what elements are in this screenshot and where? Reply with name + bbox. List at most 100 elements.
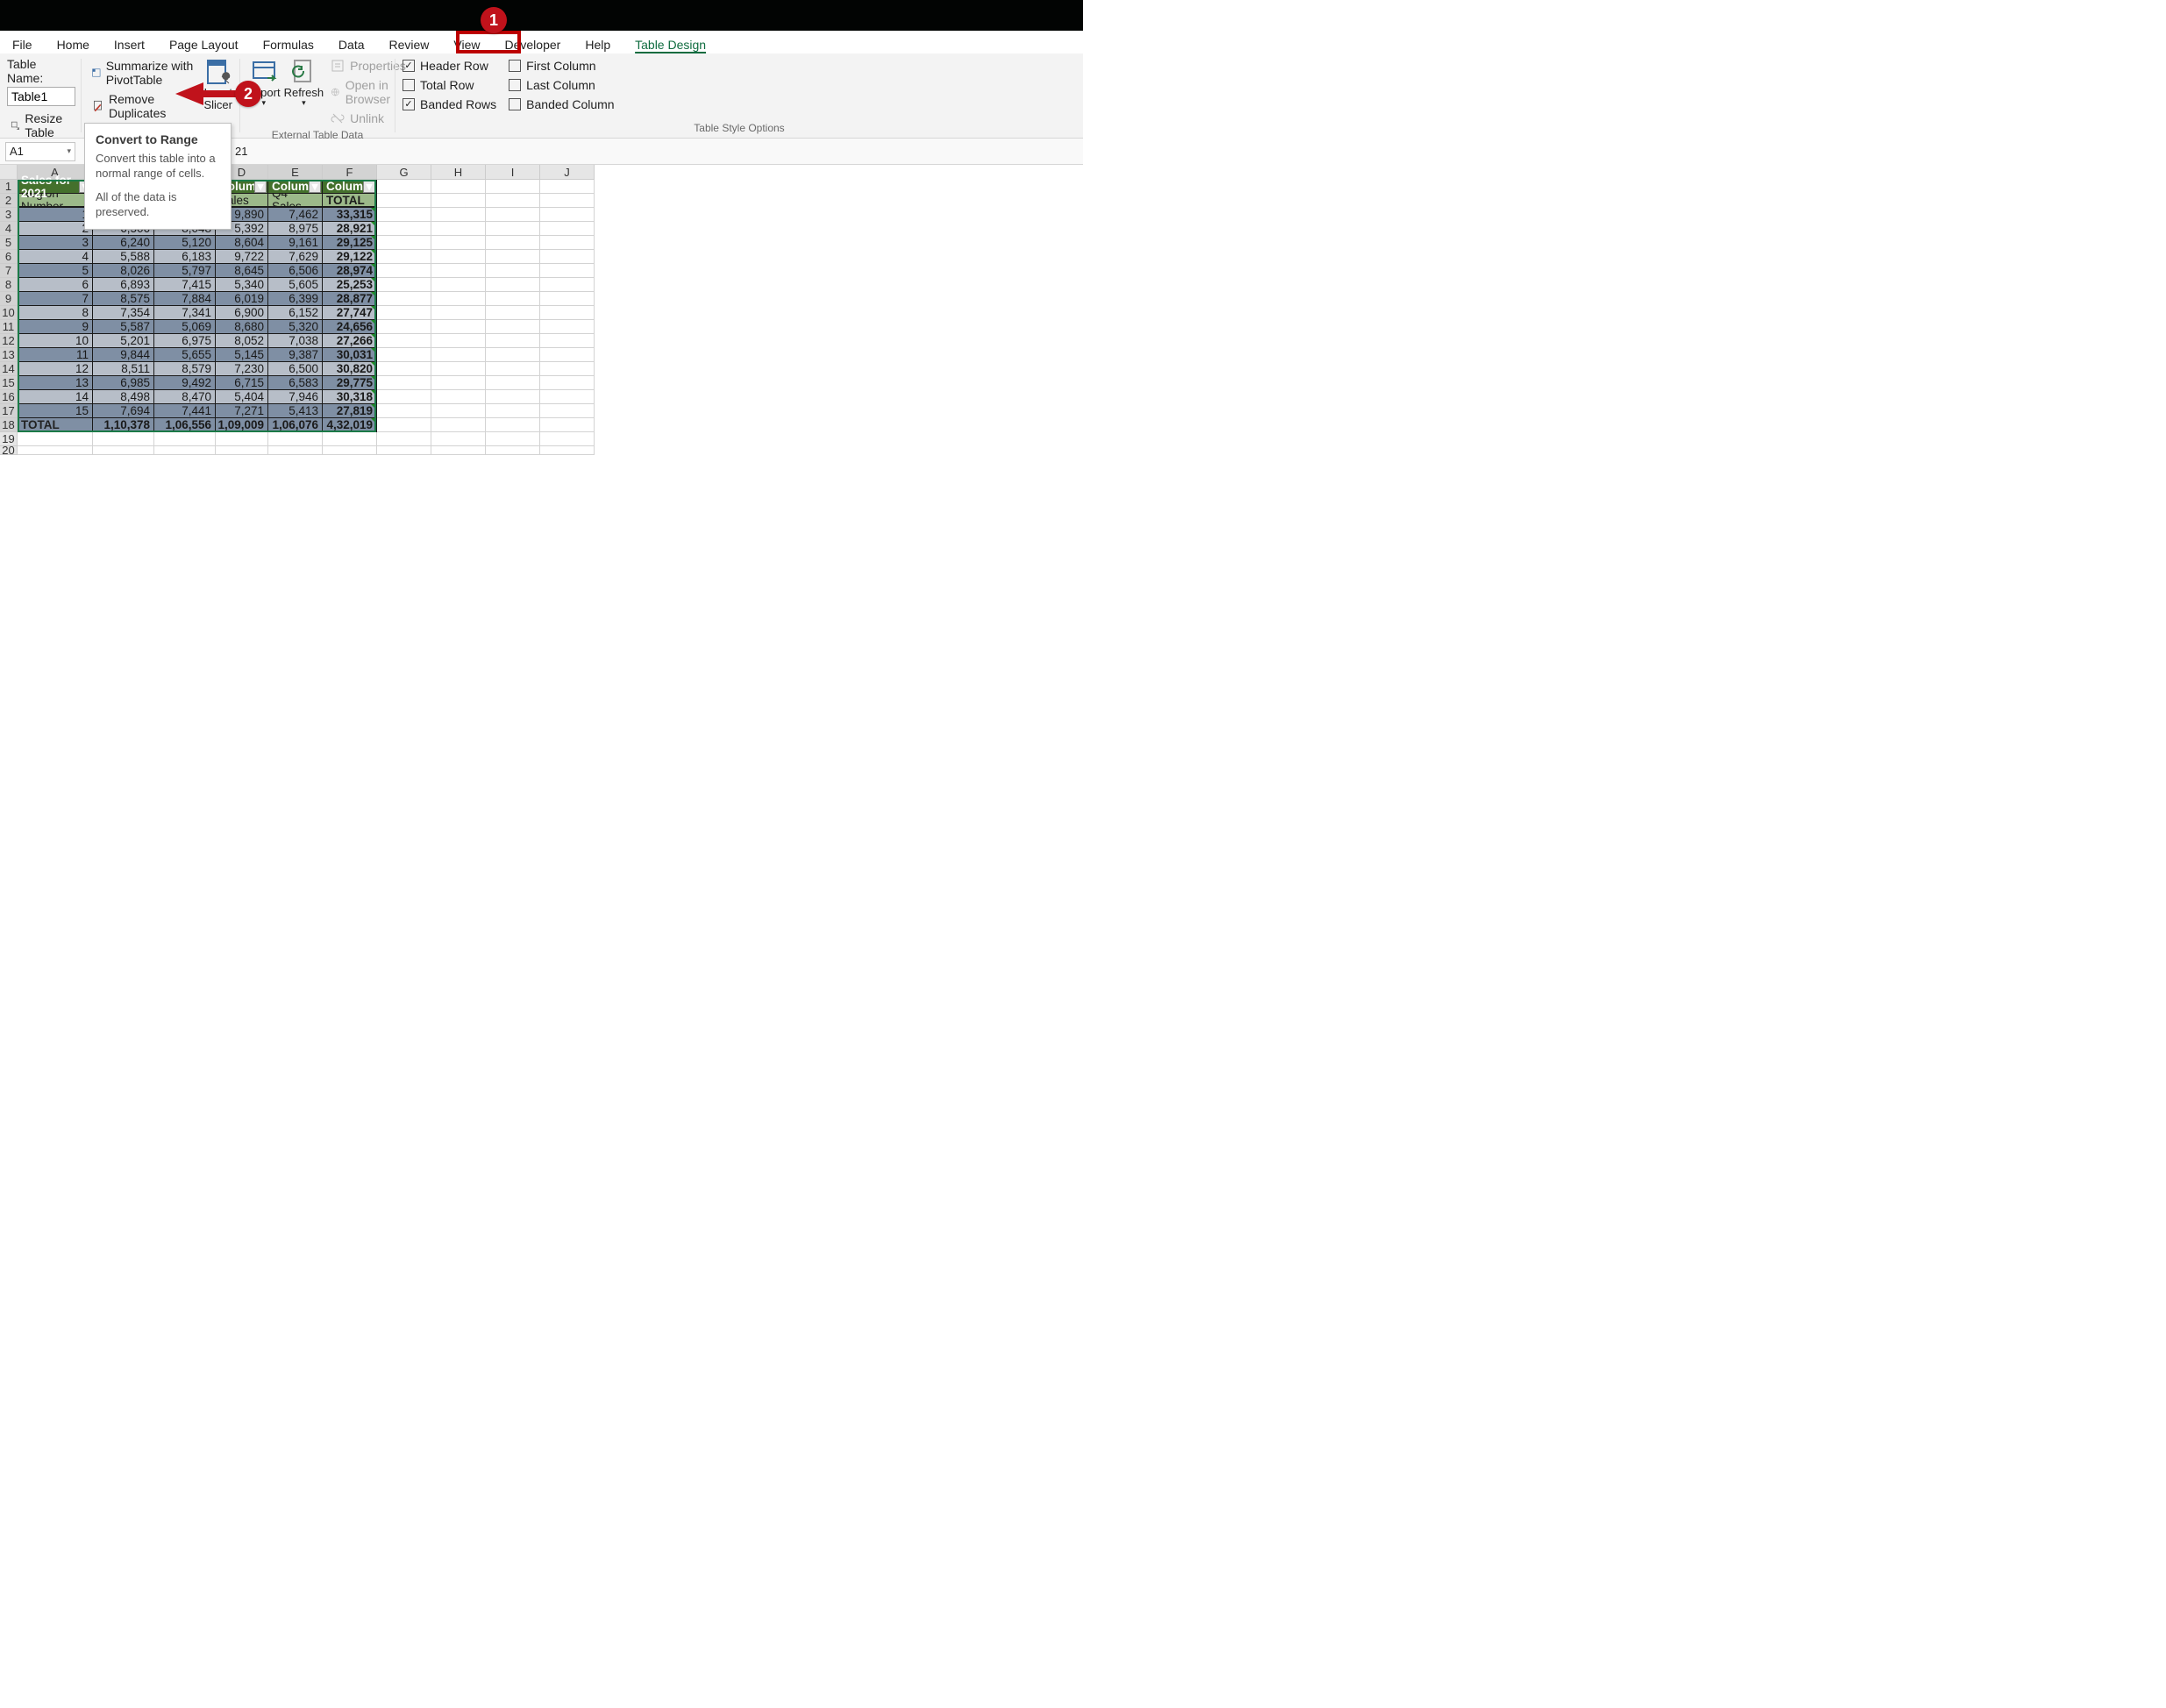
row-header-4[interactable]: 4 xyxy=(0,222,18,236)
cell-E17[interactable]: 5,413 xyxy=(268,404,323,418)
col-header-E[interactable]: E xyxy=(268,165,323,180)
row-header-7[interactable]: 7 xyxy=(0,264,18,278)
cell-A6[interactable]: 4 xyxy=(18,250,93,264)
cell-A1[interactable]: Sales for 2021▾ xyxy=(18,180,93,194)
cell-C13[interactable]: 5,655 xyxy=(154,348,216,362)
cell-C9[interactable]: 7,884 xyxy=(154,292,216,306)
filter-dropdown-icon[interactable]: ▾ xyxy=(254,181,267,193)
row-header-12[interactable]: 12 xyxy=(0,334,18,348)
cell-F13[interactable]: 30,031 xyxy=(323,348,377,362)
cell-D15[interactable]: 6,715 xyxy=(216,376,268,390)
tab-insert[interactable]: Insert xyxy=(102,36,157,53)
cell-E13[interactable]: 9,387 xyxy=(268,348,323,362)
cell-B12[interactable]: 5,201 xyxy=(93,334,154,348)
cell-F18[interactable]: 4,32,019 xyxy=(323,418,377,432)
cell-B18[interactable]: 1,10,378 xyxy=(93,418,154,432)
cell-E9[interactable]: 6,399 xyxy=(268,292,323,306)
cell-F12[interactable]: 27,266 xyxy=(323,334,377,348)
cell-D18[interactable]: 1,09,009 xyxy=(216,418,268,432)
cell-D12[interactable]: 8,052 xyxy=(216,334,268,348)
tab-formulas[interactable]: Formulas xyxy=(251,36,326,53)
cell-E2[interactable]: Q4 Sales xyxy=(268,194,323,208)
cell-F6[interactable]: 29,122 xyxy=(323,250,377,264)
cell-E3[interactable]: 7,462 xyxy=(268,208,323,222)
cell-F9[interactable]: 28,877 xyxy=(323,292,377,306)
cell-F10[interactable]: 27,747 xyxy=(323,306,377,320)
cell-F5[interactable]: 29,125 xyxy=(323,236,377,250)
cell-E1[interactable]: Column▾ xyxy=(268,180,323,194)
cell-D14[interactable]: 7,230 xyxy=(216,362,268,376)
cell-E7[interactable]: 6,506 xyxy=(268,264,323,278)
row-header-10[interactable]: 10 xyxy=(0,306,18,320)
cell-A7[interactable]: 5 xyxy=(18,264,93,278)
banded-columns-checkbox[interactable]: Banded Column xyxy=(509,96,614,112)
cell-D5[interactable]: 8,604 xyxy=(216,236,268,250)
tab-data[interactable]: Data xyxy=(326,36,377,53)
cell-A15[interactable]: 13 xyxy=(18,376,93,390)
cell-A12[interactable]: 10 xyxy=(18,334,93,348)
cell-A16[interactable]: 14 xyxy=(18,390,93,404)
cell-D13[interactable]: 5,145 xyxy=(216,348,268,362)
row-header-5[interactable]: 5 xyxy=(0,236,18,250)
cell-C15[interactable]: 9,492 xyxy=(154,376,216,390)
filter-dropdown-icon[interactable]: ▾ xyxy=(309,181,321,193)
row-header-16[interactable]: 16 xyxy=(0,390,18,404)
cell-E18[interactable]: 1,06,076 xyxy=(268,418,323,432)
cell-C17[interactable]: 7,441 xyxy=(154,404,216,418)
cell-C14[interactable]: 8,579 xyxy=(154,362,216,376)
cell-C16[interactable]: 8,470 xyxy=(154,390,216,404)
last-column-checkbox[interactable]: Last Column xyxy=(509,76,614,93)
table-name-input[interactable] xyxy=(7,87,75,106)
row-header-8[interactable]: 8 xyxy=(0,278,18,292)
cell-D17[interactable]: 7,271 xyxy=(216,404,268,418)
cell-B6[interactable]: 5,588 xyxy=(93,250,154,264)
cell-F2[interactable]: TOTAL xyxy=(323,194,377,208)
cell-E14[interactable]: 6,500 xyxy=(268,362,323,376)
cell-A3[interactable]: 1 xyxy=(18,208,93,222)
cell-E5[interactable]: 9,161 xyxy=(268,236,323,250)
cell-C18[interactable]: 1,06,556 xyxy=(154,418,216,432)
cell-F17[interactable]: 27,819 xyxy=(323,404,377,418)
row-header-11[interactable]: 11 xyxy=(0,320,18,334)
refresh-button[interactable]: Refresh ▾ xyxy=(284,57,324,127)
first-column-checkbox[interactable]: First Column xyxy=(509,57,614,74)
row-header-15[interactable]: 15 xyxy=(0,376,18,390)
row-header-18[interactable]: 18 xyxy=(0,418,18,432)
cell-B10[interactable]: 7,354 xyxy=(93,306,154,320)
cell-B9[interactable]: 8,575 xyxy=(93,292,154,306)
name-box[interactable]: A1 ▾ xyxy=(5,142,75,161)
col-header-F[interactable]: F xyxy=(323,165,377,180)
cell-A13[interactable]: 11 xyxy=(18,348,93,362)
formula-bar-value[interactable]: 21 xyxy=(235,145,247,158)
cell-E11[interactable]: 5,320 xyxy=(268,320,323,334)
cell-C11[interactable]: 5,069 xyxy=(154,320,216,334)
cell-A14[interactable]: 12 xyxy=(18,362,93,376)
col-header-I[interactable]: I xyxy=(486,165,540,180)
cell-E10[interactable]: 6,152 xyxy=(268,306,323,320)
cell-C6[interactable]: 6,183 xyxy=(154,250,216,264)
tab-review[interactable]: Review xyxy=(377,36,442,53)
cell-B17[interactable]: 7,694 xyxy=(93,404,154,418)
cell-E8[interactable]: 5,605 xyxy=(268,278,323,292)
cell-D16[interactable]: 5,404 xyxy=(216,390,268,404)
cell-E16[interactable]: 7,946 xyxy=(268,390,323,404)
tab-pagelayout[interactable]: Page Layout xyxy=(157,36,251,53)
tab-file[interactable]: File xyxy=(0,36,45,53)
cell-A9[interactable]: 7 xyxy=(18,292,93,306)
row-header-6[interactable]: 6 xyxy=(0,250,18,264)
cell-F7[interactable]: 28,974 xyxy=(323,264,377,278)
cell-A18[interactable]: TOTAL xyxy=(18,418,93,432)
row-header-14[interactable]: 14 xyxy=(0,362,18,376)
cell-F14[interactable]: 30,820 xyxy=(323,362,377,376)
header-row-checkbox[interactable]: Header Row xyxy=(403,57,496,74)
cell-B15[interactable]: 6,985 xyxy=(93,376,154,390)
cell-C8[interactable]: 7,415 xyxy=(154,278,216,292)
cell-D9[interactable]: 6,019 xyxy=(216,292,268,306)
cell-E15[interactable]: 6,583 xyxy=(268,376,323,390)
banded-rows-checkbox[interactable]: Banded Rows xyxy=(403,96,496,112)
cell-F11[interactable]: 24,656 xyxy=(323,320,377,334)
row-header-2[interactable]: 2 xyxy=(0,194,18,208)
row-header-1[interactable]: 1 xyxy=(0,180,18,194)
cell-E12[interactable]: 7,038 xyxy=(268,334,323,348)
cell-B14[interactable]: 8,511 xyxy=(93,362,154,376)
